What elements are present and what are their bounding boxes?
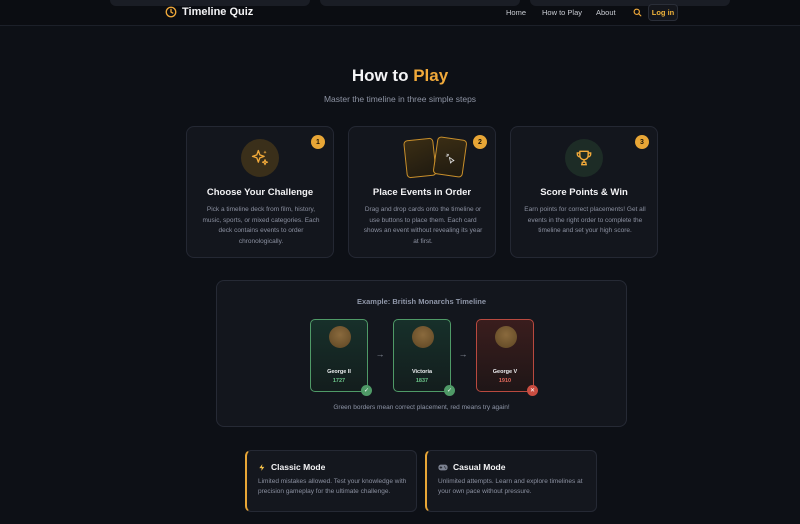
step-icon-circle [241,139,279,177]
gamepad-icon [438,464,448,470]
card-back [403,137,437,179]
example-caption: Green borders mean correct placement, re… [333,404,510,411]
step-card-3: 3 Score Points & Win Earn points for cor… [510,126,658,258]
page-subtitle: Master the timeline in three simple step… [323,94,477,104]
brand-title: Timeline Quiz [182,6,254,18]
login-button[interactable]: Log in [648,4,678,21]
nav-glow [320,0,520,6]
card-year: 1910 [498,378,512,384]
mode-card-casual[interactable]: Casual Mode Unlimited attempts. Learn an… [425,450,597,512]
check-icon: ✓ [361,385,372,396]
example-title: Example: British Monarchs Timeline [356,297,487,306]
step-number-badge: 3 [635,135,649,149]
card-year: 1837 [415,378,429,384]
example-card-incorrect: George V 1910 ✕ [476,319,538,396]
nav-link-how-to-play[interactable]: How to Play [542,8,582,17]
trophy-icon [576,150,592,166]
portrait-image [412,326,434,348]
card-name: George II [327,369,351,375]
mode-title: Classic Mode [258,462,325,472]
lightning-icon [259,463,265,471]
close-icon: ✕ [527,385,538,396]
search-button[interactable] [632,7,642,17]
mode-title: Casual Mode [438,462,505,472]
brand-logo[interactable]: Timeline Quiz [165,6,253,18]
arrow-right-icon: → [458,349,468,359]
example-card-correct: Victoria 1837 ✓ [393,319,455,396]
arrow-right-icon: → [375,349,385,359]
top-nav: Timeline Quiz Home How to Play About Log… [0,0,800,26]
example-card-correct: George II 1727 ✓ [310,319,372,396]
page-title: How to Play [0,66,800,86]
example-panel: Example: British Monarchs Timeline Georg… [216,280,627,427]
nav-link-about[interactable]: About [596,8,616,17]
mode-title-text: Classic Mode [271,462,326,472]
step-card-1: 1 Choose Your Challenge Pick a timeline … [186,126,334,258]
nav-link-home[interactable]: Home [506,8,526,17]
step-title: Score Points & Win [540,187,628,198]
check-icon: ✓ [444,385,455,396]
step-description: Drag and drop cards onto the timeline or… [363,206,483,245]
step-number-badge: 1 [311,135,325,149]
card-year: 1727 [332,378,346,384]
cursor-click-icon [445,153,455,164]
step-title: Place Events in Order [372,187,472,198]
step-title: Choose Your Challenge [206,187,314,198]
step-description: Earn points for correct placements! Get … [524,206,646,234]
search-icon [633,8,641,16]
step-icon-circle [565,139,603,177]
cards-icon [403,135,469,179]
portrait-image [495,326,517,348]
mode-description: Limited mistakes allowed. Test your know… [258,478,407,495]
step-description: Pick a timeline deck from film, history,… [202,206,320,245]
step-card-2: 2 Place Events in Order Drag and drop ca… [348,126,496,258]
page-title-accent: Play [413,66,449,85]
nav-glow [530,0,730,6]
card-name: Victoria [411,369,433,375]
mode-title-text: Casual Mode [453,462,506,472]
sparkles-icon [251,149,269,166]
page-title-main: How to [351,66,409,85]
card-back [432,136,468,178]
mode-card-classic[interactable]: Classic Mode Limited mistakes allowed. T… [245,450,417,512]
clock-icon [165,6,177,18]
portrait-image [329,326,351,348]
mode-description: Unlimited attempts. Learn and explore ti… [438,478,583,495]
card-name: George V [492,369,518,375]
step-number-badge: 2 [473,135,487,149]
